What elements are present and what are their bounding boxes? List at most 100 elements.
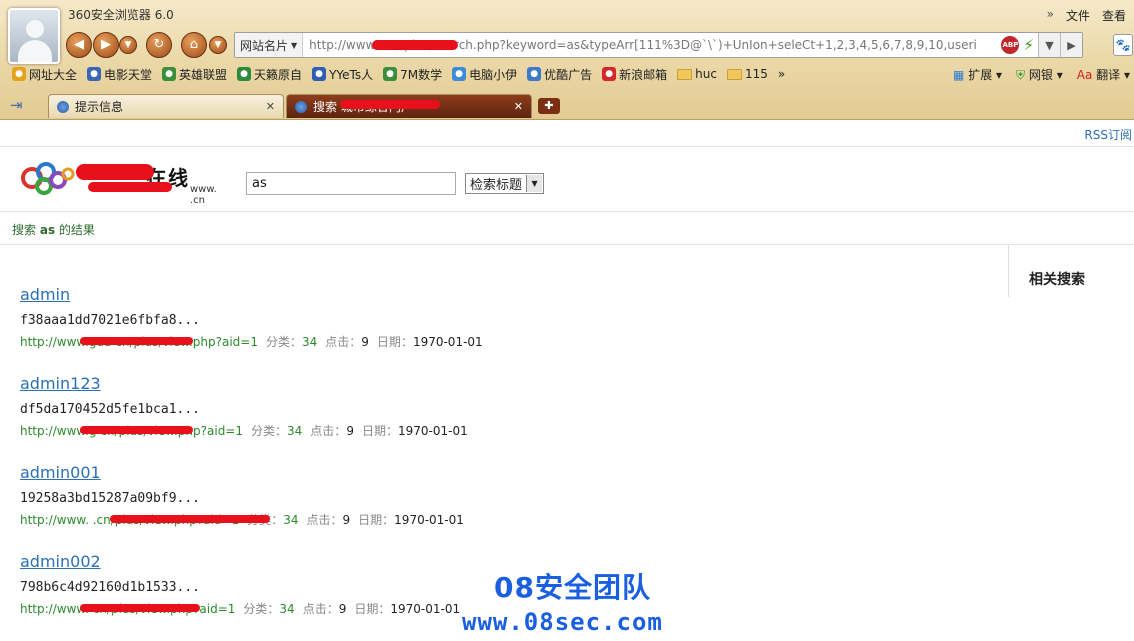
clicks-value: 9 [342,513,351,527]
new-tab-button[interactable]: ✚ [538,98,560,114]
heading-prefix: 搜索 [12,223,37,237]
favorite-item[interactable]: ● 英雄联盟 [162,66,227,83]
search-type-value: 检索标题 [470,178,523,193]
address-bar[interactable]: 网站名片 ▼ http://www. cn//plus/search.php?k… [234,32,1083,58]
adblock-icon[interactable]: ABP [1001,36,1020,54]
watermark: 08安全团队 [494,571,651,604]
toolbar-right: ▦ 扩展 ▾ ⛨ 网银 ▾ Aa 翻译 ▾ [953,63,1130,85]
avatar-body [18,40,52,62]
watermark-url: www.08sec.com [462,608,663,636]
chevron-down-icon: ▼ [526,175,543,192]
translate-menu[interactable]: Aa 翻译 ▾ [1077,66,1130,83]
baidu-search-icon[interactable]: 🐾 [1113,34,1133,56]
home-dropdown-icon[interactable]: ▼ [209,36,227,54]
folder-icon [726,68,742,80]
tab-label: 提示信息 [75,100,124,114]
page-icon: ● [162,67,177,81]
favorite-item[interactable]: ● 新浪邮箱 [602,66,667,83]
shield-icon: ● [527,67,542,81]
search-input[interactable] [246,172,456,195]
clicks-value: 9 [361,335,369,349]
rss-link[interactable]: RSS订阅 [1084,126,1132,143]
tab-notice[interactable]: 提示信息 ✕ [48,94,284,118]
category-value[interactable]: 34 [302,335,317,349]
related-search-panel: 相关搜索 [1008,245,1134,297]
weibo-icon: ● [602,67,617,81]
divider [0,146,1134,147]
result-description: df5da170452d5fe1bca1... [20,402,201,417]
favorite-item[interactable]: ● 电影天堂 [87,66,152,83]
favorite-item[interactable]: ● YYeTs人 [312,66,373,83]
site-logo[interactable]: 在线 www. .cn [18,160,218,206]
date-value: 1970-01-01 [412,335,483,349]
favorite-item[interactable]: ● 优酷广告 [527,66,592,83]
favorite-item[interactable]: ● 天籁原自 [237,66,302,83]
favorite-label: 115 [744,67,768,81]
category-value[interactable]: 34 [283,513,298,527]
favorite-label: 电影天堂 [104,67,153,82]
category-value[interactable]: 34 [287,424,302,438]
history-dropdown-icon[interactable]: ▼ [119,36,137,54]
favorite-item[interactable]: ● 7M数学 [383,66,442,83]
site-card-label: 网站名片 [240,38,289,53]
divider [0,211,1134,212]
site-card-button[interactable]: 网站名片 ▼ [235,33,304,57]
page-icon: ● [383,67,398,81]
favorite-item[interactable]: ● 电脑小伊 [452,66,517,83]
browser-chrome: 360安全浏览器 6.0 » 文件 查看 ◀ ▶ ▼ ↻ ⌂ ▼ 网站名片 ▼ … [0,0,1134,120]
netbank-label: 网银 [1028,67,1053,82]
favorite-item[interactable]: 115 [726,67,768,81]
redaction-mark [80,604,200,612]
redaction-mark [340,100,440,109]
date-value: 1970-01-01 [397,424,468,438]
back-button[interactable]: ◀ [66,32,92,58]
speed-mode-icon[interactable]: ⚡ [1023,36,1034,54]
menu-overflow[interactable]: » [1047,7,1054,24]
related-search-title: 相关搜索 [1029,272,1085,288]
favorite-label: 新浪邮箱 [619,67,668,82]
forward-button[interactable]: ▶ [93,32,119,58]
redaction-mark [80,426,193,434]
search-type-select[interactable]: 检索标题 ▼ [465,173,545,194]
heading-suffix: 的结果 [58,223,95,237]
search-result-item: admin f38aaa1dd7021e6fbfa8... http://www.g… [20,285,980,374]
sidebar-toggle-icon[interactable]: ⇥ [10,96,23,114]
menu-bar: » 文件 查看 [1047,7,1126,24]
date-label: 日期： [354,602,391,616]
menu-view[interactable]: 查看 [1102,7,1126,24]
address-dropdown-button[interactable]: ▼ [1038,33,1060,57]
favorite-label: 英雄联盟 [179,67,228,82]
close-icon[interactable]: ✕ [514,100,523,113]
close-icon[interactable]: ✕ [266,100,275,113]
favorite-label: YYeTs人 [329,67,374,82]
category-label: 分类： [243,602,280,616]
home-button[interactable]: ⌂ [181,32,207,58]
result-title-link[interactable]: admin [20,285,980,309]
result-title-link[interactable]: admin123 [20,374,980,398]
netbank-menu[interactable]: ⛨ 网银 ▾ [1016,66,1063,83]
clicks-label: 点击： [306,513,343,527]
page-favicon-icon [57,100,69,113]
date-value: 1970-01-01 [394,513,464,527]
favorite-label: 天籁原自 [254,67,303,82]
result-title-link[interactable]: admin001 [20,463,980,487]
favorite-item[interactable]: ● 网址大全 [12,66,77,83]
favorite-item[interactable]: huc [677,67,717,81]
favorites-overflow[interactable]: » [778,67,785,81]
menu-file[interactable]: 文件 [1066,7,1090,24]
clicks-label: 点击： [325,335,362,349]
redaction-mark [372,40,458,50]
logo-domain: www. .cn [190,184,217,206]
extensions-label: 扩展 [968,67,993,82]
clicks-value: 9 [338,602,347,616]
redaction-mark [88,182,172,192]
category-value[interactable]: 34 [279,602,294,616]
extensions-menu[interactable]: ▦ 扩展 ▾ [953,66,1002,83]
date-label: 日期： [358,513,395,527]
go-button[interactable]: ▶ [1060,33,1082,57]
refresh-button[interactable]: ↻ [146,32,172,58]
category-label: 分类： [251,424,288,438]
favorite-label: huc [695,67,717,81]
user-avatar[interactable] [8,8,60,64]
divider [0,244,1134,245]
